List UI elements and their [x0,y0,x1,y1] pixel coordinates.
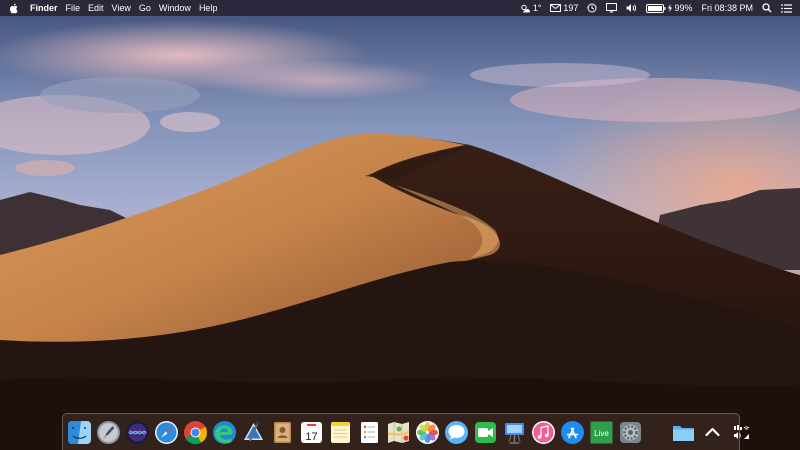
clock[interactable]: Fri 08:38 PM [701,0,753,16]
menu-view[interactable]: View [112,0,131,16]
dock: 17 Live [62,413,750,450]
xcode-icon [244,420,263,441]
launchpad-icon [97,420,120,444]
app-store-icon [561,420,584,444]
dock-messages[interactable] [444,420,469,445]
menu-bar: Finder File Edit View Go Window Help 1° … [0,0,800,16]
weather-icon [521,4,530,12]
dock-finder[interactable] [67,420,92,445]
dock-chrome[interactable] [183,420,208,445]
battery-icon [646,3,666,13]
up-arrow-icon [705,427,720,436]
dock-live[interactable]: Live [589,420,614,445]
dock-edge[interactable] [212,420,237,445]
keynote-icon [505,422,524,444]
battery-percent: 99% [674,3,693,13]
photos-icon [416,420,439,444]
messages-icon [445,420,468,444]
notification-center-button[interactable] [781,3,792,13]
siri-icon [126,420,149,444]
dock-xcode[interactable] [241,420,266,445]
dock-system-preferences[interactable] [618,420,643,445]
folder-icon [673,425,694,441]
dock-photos[interactable] [415,420,440,445]
menu-file[interactable]: File [66,0,81,16]
dock-folder[interactable] [671,420,696,445]
volume-icon [626,4,637,12]
time-machine-icon [587,3,597,13]
dock-app-store[interactable] [560,420,585,445]
mail-count: 197 [563,3,579,13]
utilities-icon [734,424,750,439]
dock-keynote[interactable] [502,420,527,445]
dock-safari[interactable] [154,420,179,445]
dock-maps[interactable] [386,420,411,445]
display-status[interactable] [606,3,618,13]
chrome-icon [184,420,208,444]
time-machine-status[interactable] [587,3,597,13]
menu-edit[interactable]: Edit [88,0,104,16]
dock-utilities[interactable] [729,420,754,445]
display-icon [606,3,618,13]
reminders-icon [361,421,378,443]
safari-icon [155,420,178,444]
notification-center-icon [781,3,792,13]
notes-icon [331,421,350,443]
contacts-icon [274,421,291,443]
mail-icon [550,4,562,12]
app-name[interactable]: Finder [30,0,58,16]
calendar-date: 17 [305,431,317,443]
weather-temp: 1° [532,3,542,13]
finder-icon [68,420,91,444]
volume-status[interactable] [626,3,637,13]
search-icon [762,3,772,13]
dock-contacts[interactable] [270,420,295,445]
itunes-icon [532,420,555,444]
menu-go[interactable]: Go [139,0,151,16]
dock-calendar[interactable]: 17 [299,420,324,445]
weather-status[interactable]: 1° [520,0,542,16]
dock-siri[interactable] [125,420,150,445]
menu-help[interactable]: Help [199,0,218,16]
desktop-wallpaper [0,0,800,450]
facetime-icon [475,421,496,443]
battery-charging-icon [668,4,673,12]
spotlight-button[interactable] [762,3,772,13]
dock-facetime[interactable] [473,420,498,445]
dock-notes[interactable] [328,420,353,445]
dock-launchpad[interactable] [96,420,121,445]
menu-window[interactable]: Window [159,0,191,16]
edge-icon [213,420,236,444]
maps-icon [387,421,410,443]
calendar-icon: 17 [301,421,322,443]
live-label: Live [594,429,609,438]
dock-up-arrow[interactable] [700,420,725,445]
apple-icon[interactable] [9,3,18,14]
mail-status[interactable]: 197 [550,0,578,16]
dock-reminders[interactable] [357,420,382,445]
system-preferences-icon [620,421,641,443]
live-icon: Live [590,421,613,443]
battery-status[interactable]: 99% [646,0,692,16]
dock-itunes[interactable] [531,420,556,445]
